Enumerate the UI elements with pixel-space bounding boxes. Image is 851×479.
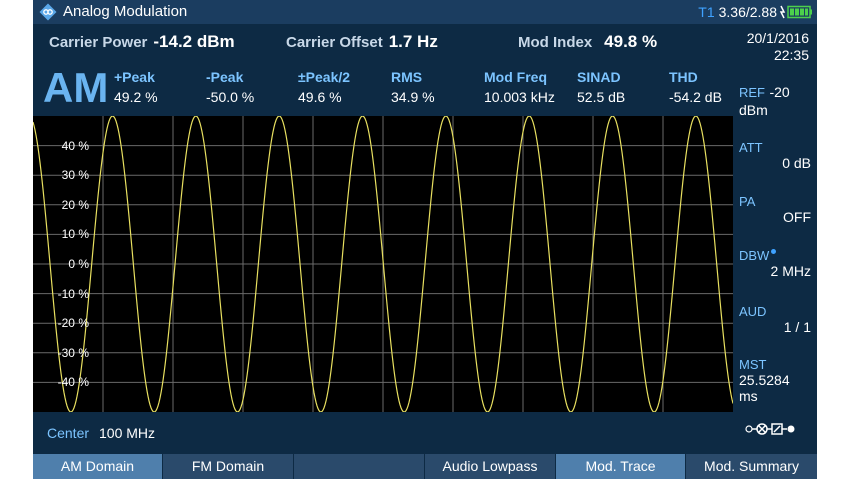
softkey-mod-trace[interactable]: Mod. Trace — [556, 454, 686, 479]
y-tick-label: -30 % — [57, 345, 89, 360]
attenuation-setting[interactable]: ATT 0 dB — [739, 140, 815, 171]
analyzer-screen: Analog Modulation T1 3.36/2.88 Carrier Po… — [33, 0, 817, 479]
modulation-trace-plot[interactable]: 40 % 30 % 20 % 10 % 0 % -10 % -20 % -30 % -40 % — [33, 116, 733, 412]
softkey-empty[interactable] — [294, 454, 425, 479]
date-time: 20/1/2016 22:35 — [747, 30, 809, 64]
ref-level-setting[interactable]: REF -20 dBm — [739, 84, 815, 120]
demod-bandwidth-setting[interactable]: DBW 2 MHz — [739, 248, 815, 279]
battery-icon — [779, 5, 812, 19]
demod-mode-label: AM — [43, 64, 109, 111]
measure-rms: RMS 34.9 % — [391, 69, 435, 105]
status-readout: T1 3.36/2.88 — [698, 4, 777, 20]
softkey-fm-domain[interactable]: FM Domain — [163, 454, 294, 479]
y-tick-label: 0 % — [68, 257, 89, 271]
softkey-am-domain[interactable]: AM Domain — [33, 454, 163, 479]
trace-indicator: T1 — [698, 4, 715, 20]
y-tick-label: -20 % — [57, 316, 89, 331]
mod-index-readout: Mod Index 49.8 % — [518, 32, 658, 51]
date-label: 20/1/2016 — [746, 30, 809, 46]
softkey-bar: AM Domain FM Domain Audio Lowpass Mod. T… — [33, 454, 817, 479]
softkey-audio-lowpass[interactable]: Audio Lowpass — [425, 454, 556, 479]
y-tick-label: 10 % — [61, 227, 89, 242]
battery-info: 3.36/2.88 — [718, 4, 777, 20]
settings-panel: 20/1/2016 22:35 REF -20 dBm ATT 0 dB PA … — [733, 24, 817, 454]
measurement-header: Carrier Power -14.2 dBm Carrier Offset 1.7… — [33, 24, 733, 116]
app-title: Analog Modulation — [63, 3, 188, 20]
measure-half-peak: ±Peak/2 49.6 % — [298, 69, 351, 105]
time-label: 22:35 — [773, 47, 809, 63]
dbw-indicator-dot — [771, 249, 777, 254]
center-label: Center — [47, 425, 90, 441]
measure-mod-freq: Mod Freq 10.003 kHz — [484, 69, 555, 105]
center-frequency-bar: Center 100 MHz — [33, 412, 733, 454]
meas-time-setting[interactable]: MST 25.5284 ms — [739, 357, 815, 404]
center-value: 100 MHz — [99, 425, 156, 441]
y-tick-label: 30 % — [61, 168, 89, 183]
title-bar: Analog Modulation T1 3.36/2.88 — [33, 0, 817, 24]
y-tick-label: -10 % — [57, 286, 89, 301]
measure-positive-peak: +Peak 49.2 % — [114, 69, 158, 105]
y-tick-label: -40 % — [57, 375, 89, 390]
audio-setting[interactable]: AUD 1 / 1 — [739, 304, 815, 335]
measure-negative-peak: -Peak -50.0 % — [206, 69, 255, 105]
preamp-setting[interactable]: PA OFF — [739, 194, 815, 225]
y-tick-label: 20 % — [61, 197, 89, 212]
carrier-offset-readout: Carrier Offset 1.7 Hz — [286, 32, 438, 51]
app-logo-icon — [39, 3, 57, 21]
signal-path-icon — [745, 423, 795, 435]
measure-sinad: SINAD 52.5 dB — [577, 69, 626, 105]
softkey-mod-summary[interactable]: Mod. Summary — [686, 454, 817, 479]
carrier-power-readout: Carrier Power -14.2 dBm — [49, 32, 235, 51]
measure-thd: THD -54.2 dB — [669, 69, 722, 105]
y-tick-label: 40 % — [61, 138, 89, 153]
trace-graph — [33, 116, 733, 412]
